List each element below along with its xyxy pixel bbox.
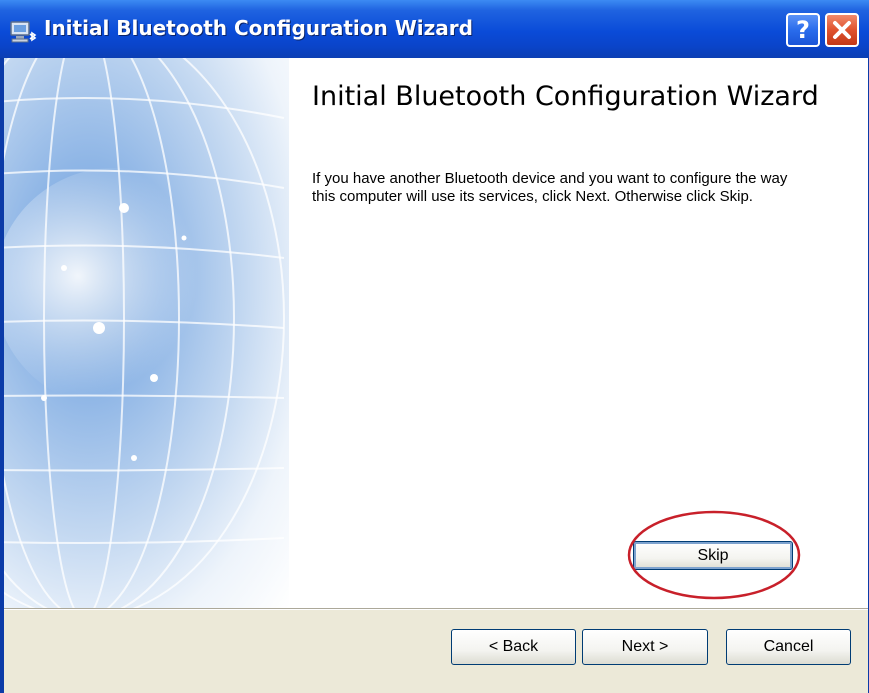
globe-graphic xyxy=(4,58,289,608)
page-title: Initial Bluetooth Configuration Wizard xyxy=(312,81,819,112)
next-button[interactable]: Next > xyxy=(582,629,708,665)
instruction-text: If you have another Bluetooth device and… xyxy=(312,170,788,205)
back-button[interactable]: < Back xyxy=(451,629,576,665)
button-bar: < Back Next > Cancel xyxy=(4,610,868,693)
help-icon[interactable]: ? xyxy=(786,13,820,47)
cancel-button[interactable]: Cancel xyxy=(726,629,851,665)
close-icon[interactable] xyxy=(825,13,859,47)
bluetooth-computer-icon xyxy=(9,20,37,44)
skip-button[interactable]: Skip xyxy=(633,541,793,570)
window-title: Initial Bluetooth Configuration Wizard xyxy=(44,16,473,40)
wizard-window: Initial Bluetooth Configuration Wizard ? xyxy=(0,0,869,693)
title-bar[interactable]: Initial Bluetooth Configuration Wizard ? xyxy=(0,0,869,58)
wizard-client-area: Initial Bluetooth Configuration Wizard I… xyxy=(4,58,868,693)
